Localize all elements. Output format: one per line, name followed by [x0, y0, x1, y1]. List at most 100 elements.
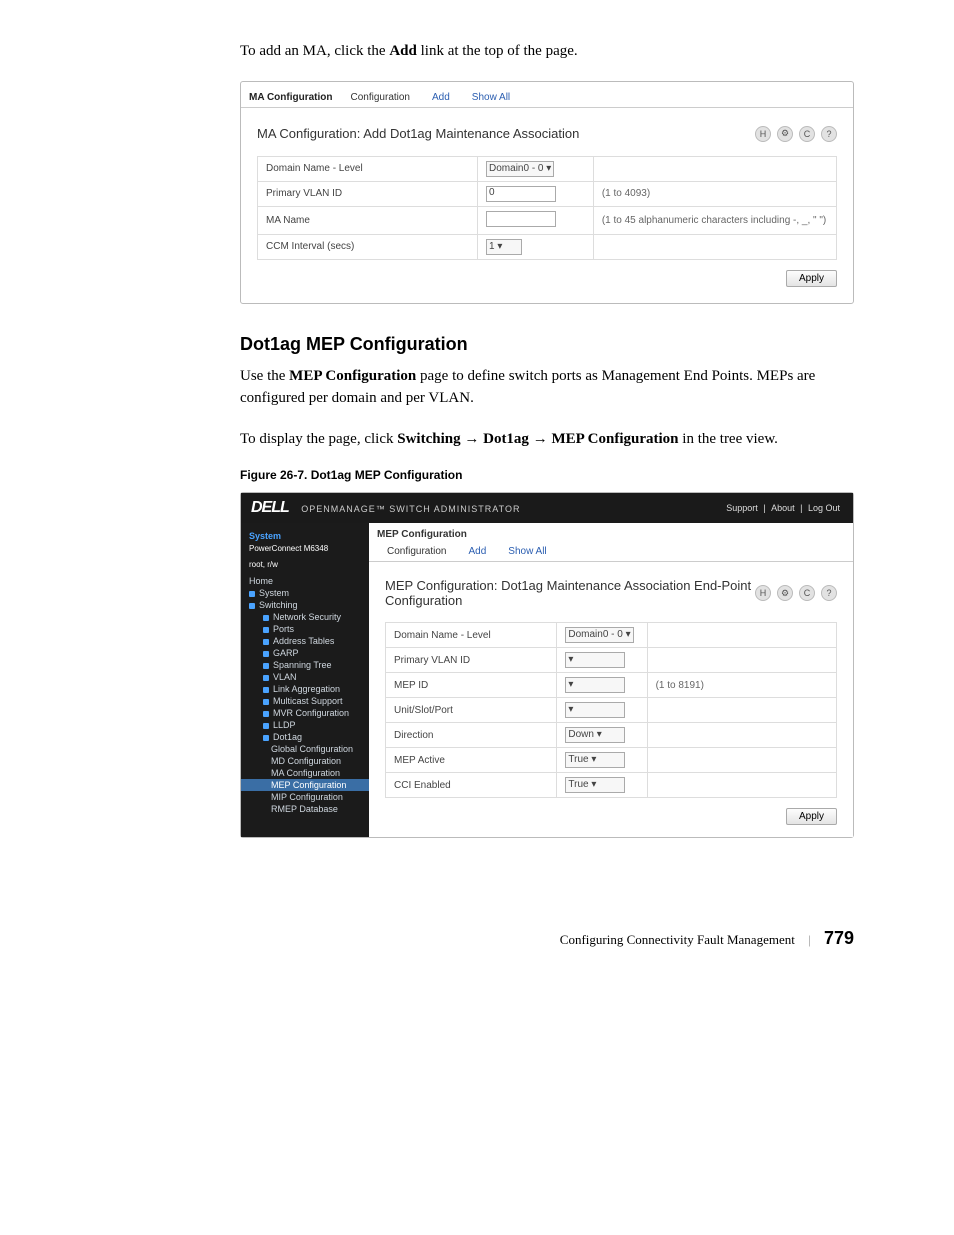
apply-row: Apply — [257, 270, 837, 287]
sidebar-item[interactable]: LLDP — [241, 719, 369, 731]
apply-button[interactable]: Apply — [786, 270, 837, 287]
refresh-icon[interactable]: C — [799, 585, 815, 601]
refresh-icon[interactable]: C — [799, 126, 815, 142]
sidebar-item[interactable]: Switching — [241, 599, 369, 611]
help-icon[interactable]: ? — [821, 126, 837, 142]
ccm-interval-select[interactable]: 1 ▾ — [486, 239, 522, 255]
sidebar-item[interactable]: Multicast Support — [241, 695, 369, 707]
table-row: Domain Name - Level Domain0 - 0 ▾ — [258, 156, 837, 181]
field-hint: (1 to 4093) — [593, 181, 836, 206]
sidebar-item[interactable]: MVR Configuration — [241, 707, 369, 719]
sidebar-item[interactable]: Link Aggregation — [241, 683, 369, 695]
top-links: Support | About | Log Out — [723, 503, 843, 513]
save-icon[interactable]: H — [755, 126, 771, 142]
field-label: Primary VLAN ID — [258, 181, 478, 206]
figure-caption: Figure 26-7. Dot1ag MEP Configuration — [240, 468, 854, 482]
section-p2: To display the page, click Switching → D… — [240, 428, 854, 451]
link-support[interactable]: Support — [726, 503, 758, 513]
field-label: MEP ID — [386, 673, 557, 698]
table-row: Domain Name - Level Domain0 - 0 ▾ — [386, 623, 837, 648]
footer-text: Configuring Connectivity Fault Managemen… — [560, 932, 795, 947]
field-label: Domain Name - Level — [386, 623, 557, 648]
app-header: DELL OPENMANAGE™ SWITCH ADMINISTRATOR Su… — [241, 493, 853, 523]
sidebar-user: root, r/w — [241, 559, 369, 575]
main-tab-bar: MEP Configuration Configuration Add Show… — [369, 523, 853, 562]
sidebar-item[interactable]: VLAN — [241, 671, 369, 683]
table-row: Primary VLAN ID 0 (1 to 4093) — [258, 181, 837, 206]
domain-level-select[interactable]: Domain0 - 0 ▾ — [486, 161, 554, 177]
field-hint — [647, 723, 836, 748]
field-hint — [593, 234, 836, 259]
table-row: CCM Interval (secs) 1 ▾ — [258, 234, 837, 259]
field-hint — [647, 648, 836, 673]
field-select[interactable]: Domain0 - 0 ▾ — [565, 627, 633, 643]
link-about[interactable]: About — [771, 503, 795, 513]
sidebar-item[interactable]: Global Configuration — [241, 743, 369, 755]
sidebar-item[interactable]: MD Configuration — [241, 755, 369, 767]
sidebar-item[interactable]: Ports — [241, 623, 369, 635]
help-icon[interactable]: ? — [821, 585, 837, 601]
page-footer: Configuring Connectivity Fault Managemen… — [240, 928, 854, 949]
table-row: DirectionDown ▾ — [386, 723, 837, 748]
field-label: CCI Enabled — [386, 773, 557, 798]
page-number: 779 — [824, 928, 854, 948]
panel-body: MA Configuration: Add Dot1ag Maintenance… — [241, 108, 853, 303]
main-body: MEP Configuration: Dot1ag Maintenance As… — [369, 562, 853, 837]
intro-bold: Add — [389, 43, 417, 59]
form-table: Domain Name - Level Domain0 - 0 ▾ Primar… — [257, 156, 837, 260]
intro-prefix: To add an MA, click the — [240, 43, 389, 59]
panel-heading: MA Configuration: Add Dot1ag Maintenance… — [257, 126, 579, 141]
sidebar-item[interactable]: MA Configuration — [241, 767, 369, 779]
screenshot-ma-config: MA Configuration Configuration Add Show … — [240, 81, 854, 304]
form-table: Domain Name - LevelDomain0 - 0 ▾Primary … — [385, 622, 837, 798]
intro-suffix: link at the top of the page. — [417, 43, 578, 59]
field-select[interactable]: Down ▾ — [565, 727, 625, 743]
app-body: System PowerConnect M6348 root, r/w Home… — [241, 523, 853, 837]
table-row: MEP ActiveTrue ▾ — [386, 748, 837, 773]
sidebar-item[interactable]: Spanning Tree — [241, 659, 369, 671]
sidebar-model: PowerConnect M6348 — [241, 543, 369, 559]
tab-add[interactable]: Add — [422, 88, 460, 107]
field-select[interactable]: ▾ — [565, 702, 625, 718]
link-logout[interactable]: Log Out — [808, 503, 840, 513]
field-label: CCM Interval (secs) — [258, 234, 478, 259]
tab-configuration[interactable]: Configuration — [377, 542, 456, 561]
sidebar-item[interactable]: Home — [241, 575, 369, 587]
sidebar: System PowerConnect M6348 root, r/w Home… — [241, 523, 369, 837]
sidebar-item[interactable]: Dot1ag — [241, 731, 369, 743]
panel-title: MA Configuration — [249, 92, 333, 107]
field-select[interactable]: ▾ — [565, 677, 625, 693]
save-icon[interactable]: H — [755, 585, 771, 601]
tab-show-all[interactable]: Show All — [498, 542, 556, 561]
sidebar-item[interactable]: GARP — [241, 647, 369, 659]
sidebar-item[interactable]: MIP Configuration — [241, 791, 369, 803]
field-label: Domain Name - Level — [258, 156, 478, 181]
tab-add[interactable]: Add — [458, 542, 496, 561]
field-select[interactable]: True ▾ — [565, 777, 625, 793]
toolbar-icons: H ⚙ C ? — [755, 126, 837, 142]
field-select[interactable]: ▾ — [565, 652, 625, 668]
field-select[interactable]: True ▾ — [565, 752, 625, 768]
app-subtitle: OPENMANAGE™ SWITCH ADMINISTRATOR — [301, 504, 520, 514]
print-icon[interactable]: ⚙ — [777, 585, 793, 601]
tab-bar: MA Configuration Configuration Add Show … — [241, 82, 853, 108]
brand-block: DELL OPENMANAGE™ SWITCH ADMINISTRATOR — [251, 499, 520, 517]
tab-configuration[interactable]: Configuration — [341, 88, 420, 107]
sidebar-item[interactable]: Network Security — [241, 611, 369, 623]
primary-vlan-input[interactable]: 0 — [486, 186, 556, 202]
tab-show-all[interactable]: Show All — [462, 88, 520, 107]
sidebar-tree: HomeSystemSwitchingNetwork SecurityPorts… — [241, 575, 369, 815]
section-heading: Dot1ag MEP Configuration — [240, 334, 854, 355]
sidebar-item[interactable]: MEP Configuration — [241, 779, 369, 791]
ma-name-input[interactable] — [486, 211, 556, 227]
panel-heading-row: MA Configuration: Add Dot1ag Maintenance… — [257, 126, 837, 142]
apply-row: Apply — [385, 808, 837, 825]
sidebar-item[interactable]: Address Tables — [241, 635, 369, 647]
section-p1: Use the MEP Configuration page to define… — [240, 365, 854, 410]
sidebar-item[interactable]: RMEP Database — [241, 803, 369, 815]
print-icon[interactable]: ⚙ — [777, 126, 793, 142]
apply-button[interactable]: Apply — [786, 808, 837, 825]
sidebar-item[interactable]: System — [241, 587, 369, 599]
table-row: MEP ID▾(1 to 8191) — [386, 673, 837, 698]
intro-paragraph: To add an MA, click the Add link at the … — [240, 40, 854, 63]
